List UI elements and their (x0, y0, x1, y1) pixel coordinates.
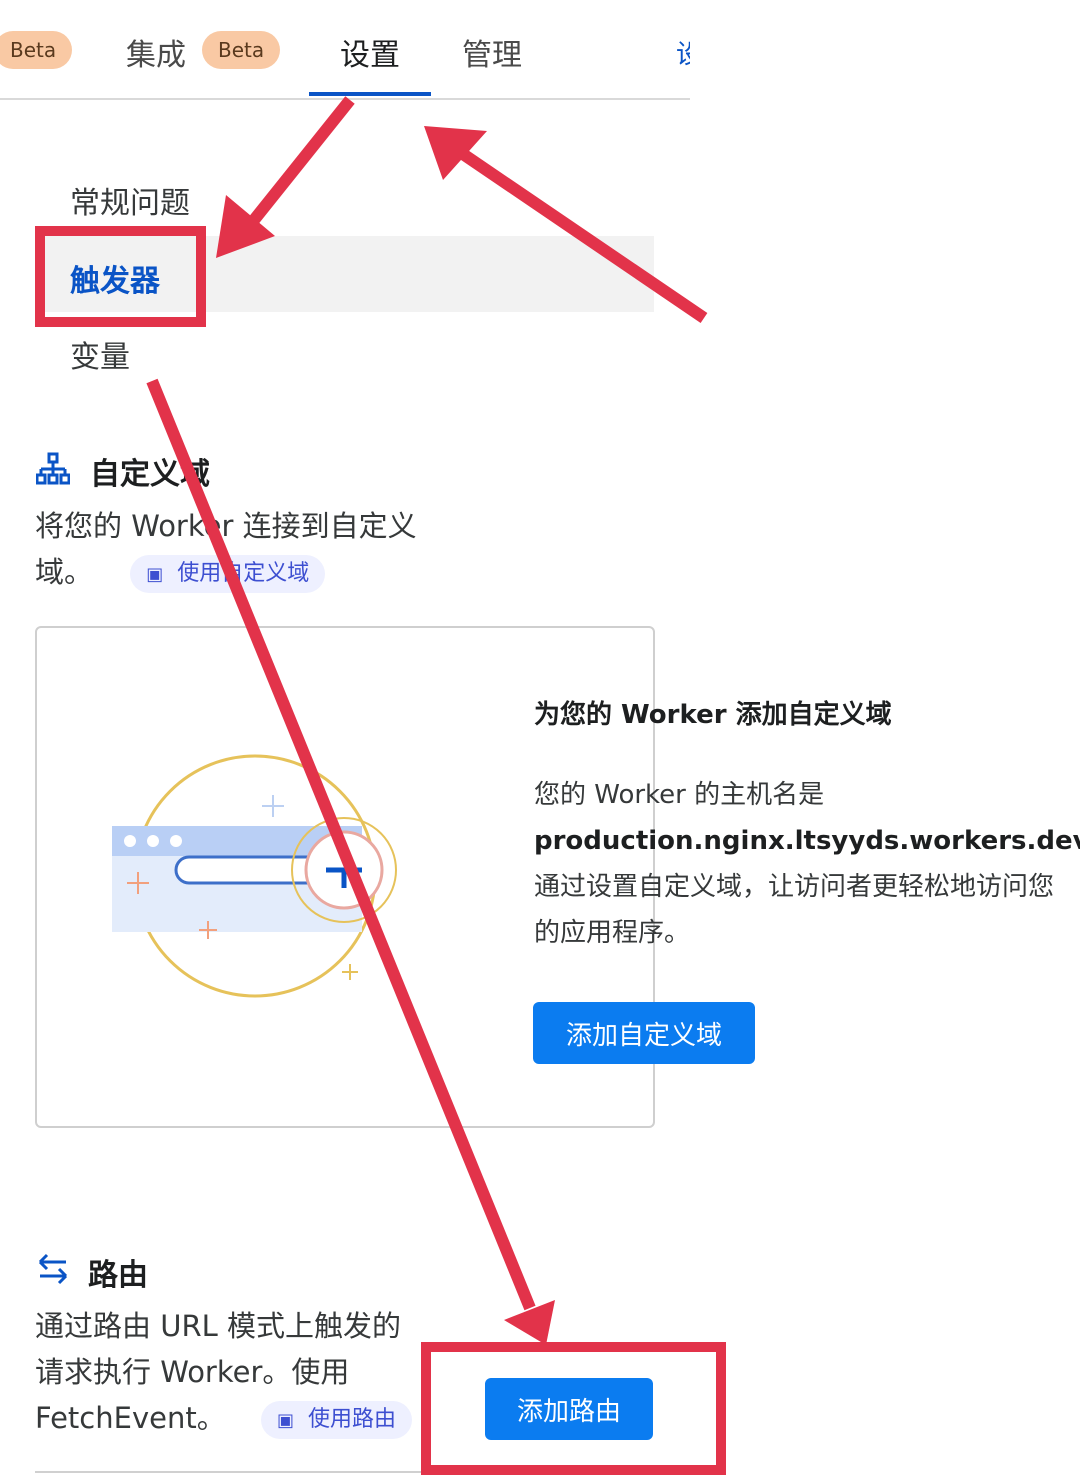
annotation-arrows (146, 96, 708, 1345)
